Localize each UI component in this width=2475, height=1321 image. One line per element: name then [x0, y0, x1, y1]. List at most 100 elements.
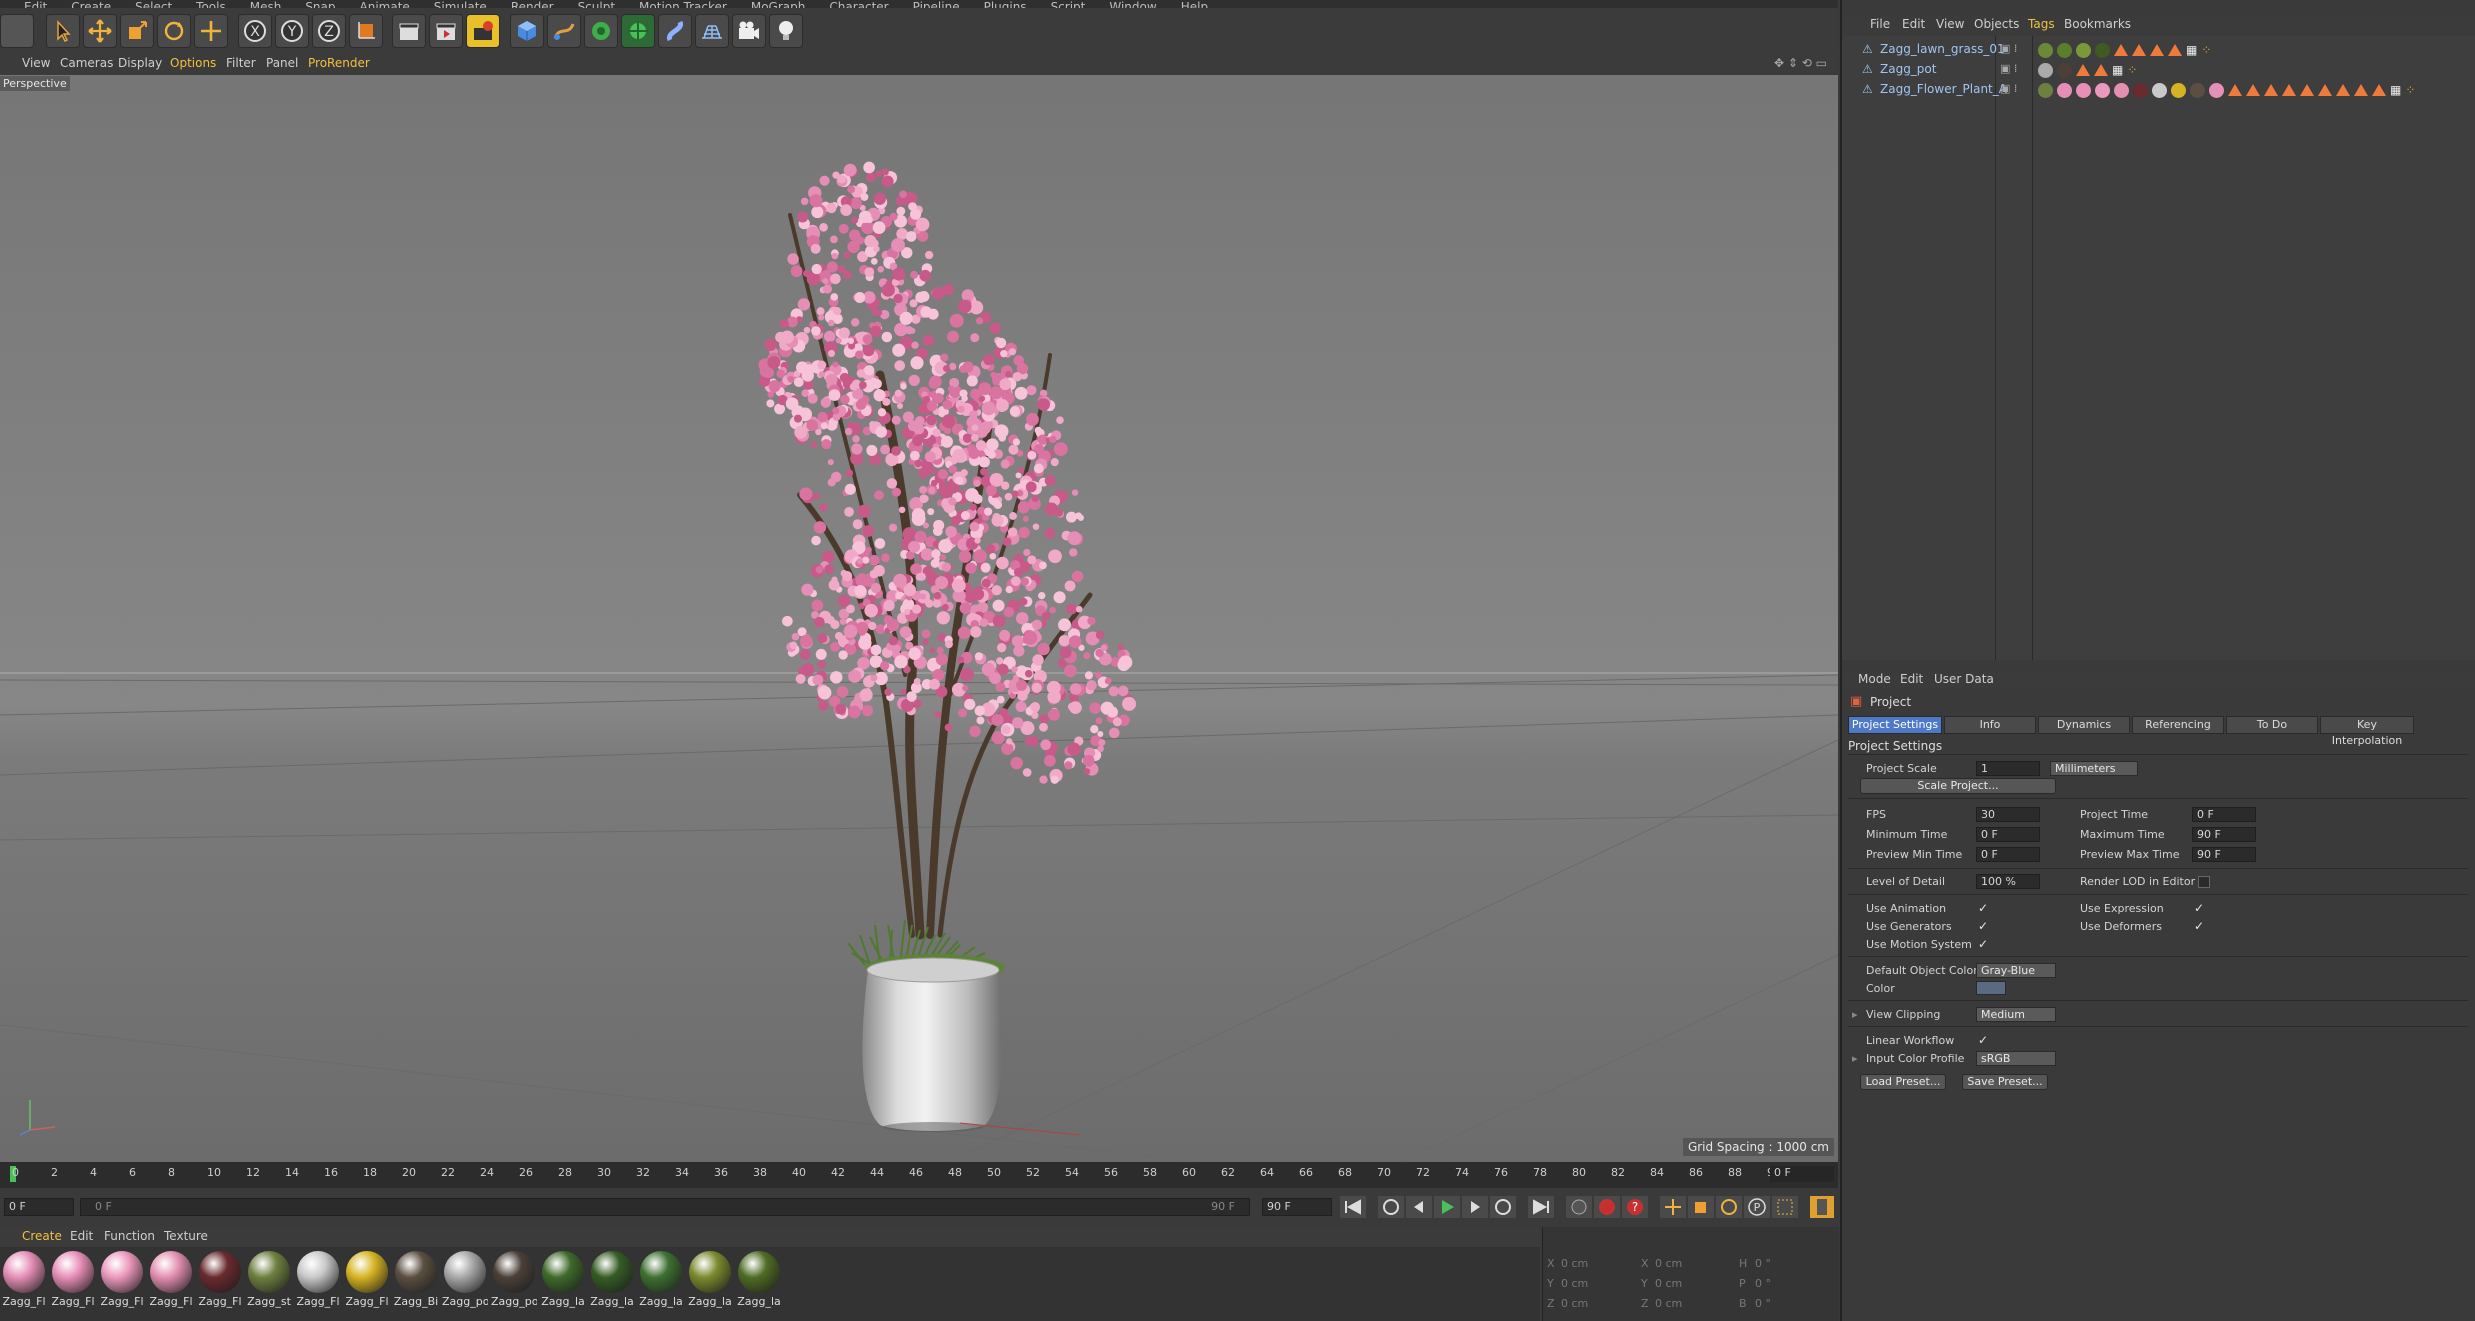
om-menu-tags[interactable]: Tags [2028, 17, 2055, 31]
y-axis-button[interactable]: Y [275, 14, 309, 48]
maximum-time-field[interactable]: 90 F [2192, 827, 2256, 842]
undo-button[interactable] [0, 14, 34, 48]
x-axis-button[interactable]: X [238, 14, 272, 48]
texture-tag-icon[interactable] [2094, 64, 2108, 76]
render-settings-button[interactable] [466, 14, 500, 48]
material-menu-create[interactable]: Create [22, 1229, 62, 1243]
material-swatch[interactable]: Zagg_Fl [99, 1251, 145, 1317]
material-swatch[interactable]: Zagg_po [442, 1251, 488, 1317]
om-menu-objects[interactable]: Objects [1974, 17, 2019, 31]
texture-tag-icon[interactable] [2228, 84, 2242, 96]
material-menu-function[interactable]: Function [104, 1229, 155, 1243]
object-row[interactable]: ⚠ Zagg_pot ▣ ⁞ ▦ ⁘ [1842, 60, 2475, 80]
floor-button[interactable] [695, 14, 729, 48]
material-swatch[interactable]: Zagg_Fl [344, 1251, 390, 1317]
project-time-field[interactable]: 0 F [2192, 807, 2256, 822]
viewport-menu-filter[interactable]: Filter [226, 56, 256, 70]
material-swatch[interactable]: Zagg_la [736, 1251, 782, 1317]
project-scale-field[interactable]: 1 [1976, 761, 2040, 776]
texture-tag-icon[interactable] [2336, 84, 2350, 96]
previous-key-button[interactable] [1378, 1196, 1404, 1218]
coordinate-value-field[interactable]: 0 cm [1655, 1277, 1682, 1290]
material-menu-edit[interactable]: Edit [70, 1229, 93, 1243]
coordinate-value-field[interactable]: 0 cm [1655, 1297, 1682, 1310]
material-tag-icon[interactable] [2057, 42, 2072, 58]
go-to-end-button[interactable] [1528, 1196, 1554, 1218]
use-expression-checkbox[interactable]: ✓ [2194, 902, 2205, 914]
input-color-profile-dropdown[interactable]: sRGB [1976, 1051, 2056, 1066]
next-frame-button[interactable] [1462, 1196, 1488, 1218]
viewport-menu-view[interactable]: View [22, 56, 50, 70]
material-swatch[interactable]: Zagg_st [246, 1251, 292, 1317]
attr-menu-mode[interactable]: Mode [1858, 672, 1891, 686]
texture-tag-icon[interactable] [2114, 44, 2128, 56]
record-button[interactable] [1594, 1196, 1620, 1218]
material-menu-texture[interactable]: Texture [164, 1229, 208, 1243]
use-animation-checkbox[interactable]: ✓ [1978, 902, 1989, 914]
autokeying-button[interactable]: ? [1622, 1196, 1648, 1218]
viewport-menu-prorender[interactable]: ProRender [308, 56, 370, 70]
range-slider[interactable]: 0 F 90 F [80, 1198, 1250, 1216]
material-swatch[interactable]: Zagg_la [589, 1251, 635, 1317]
texture-tag-icon[interactable] [2150, 44, 2164, 56]
material-swatch[interactable]: Zagg_la [638, 1251, 684, 1317]
coordinate-value-field[interactable]: 0 cm [1561, 1277, 1588, 1290]
material-tag-icon[interactable] [2038, 42, 2053, 58]
object-row[interactable]: ⚠ Zagg_lawn_grass_01 ▣ ⁞ ▦ ⁘ [1842, 40, 2475, 60]
tab-to-do[interactable]: To Do [2226, 716, 2318, 734]
tab-dynamics[interactable]: Dynamics [2038, 716, 2130, 734]
z-axis-button[interactable]: Z [312, 14, 346, 48]
linear-workflow-checkbox[interactable]: ✓ [1978, 1034, 1989, 1046]
viewport-menu-options[interactable]: Options [170, 56, 216, 70]
coordinate-value-field[interactable]: 0 cm [1561, 1257, 1588, 1270]
coordinate-value-field[interactable]: 0 ° [1755, 1257, 1771, 1270]
selection-tag-icon[interactable]: ⁘ [2127, 63, 2137, 77]
material-swatch[interactable]: Zagg_Fl [197, 1251, 243, 1317]
tab-info[interactable]: Info [1944, 716, 2036, 734]
attr-menu-user-data[interactable]: User Data [1934, 672, 1994, 686]
visibility-dots-icon[interactable]: ▣ ⁞ [2000, 62, 2017, 75]
coordinate-value-field[interactable]: 0 cm [1561, 1297, 1588, 1310]
scale-tool-button[interactable] [120, 14, 154, 48]
expand-arrow-icon[interactable]: ▸ [1852, 1052, 1858, 1065]
live-selection-button[interactable] [194, 14, 228, 48]
material-swatch[interactable]: Zagg_la [687, 1251, 733, 1317]
cube-button[interactable] [510, 14, 544, 48]
use-generators-checkbox[interactable]: ✓ [1978, 920, 1989, 932]
fps-field[interactable]: 30 [1976, 807, 2040, 822]
object-name[interactable]: Zagg_pot [1880, 62, 1936, 76]
material-swatch[interactable]: Zagg_Fl [295, 1251, 341, 1317]
end-frame-field[interactable]: 90 F [1262, 1198, 1332, 1216]
go-to-start-button[interactable] [1340, 1196, 1366, 1218]
render-view-button[interactable] [392, 14, 426, 48]
texture-tag-icon[interactable] [2076, 64, 2090, 76]
next-key-button[interactable] [1490, 1196, 1516, 1218]
previous-frame-button[interactable] [1406, 1196, 1432, 1218]
level-of-detail-field[interactable]: 100 % [1976, 874, 2040, 889]
om-menu-bookmarks[interactable]: Bookmarks [2064, 17, 2131, 31]
om-menu-edit[interactable]: Edit [1902, 17, 1925, 31]
coordinate-value-field[interactable]: 0 ° [1755, 1297, 1771, 1310]
texture-tag-icon[interactable] [2372, 84, 2386, 96]
texture-tag-icon[interactable] [2246, 84, 2260, 96]
object-row[interactable]: ⚠ Zagg_Flower_Plant_A ▣ ⁞ ▦ ⁘ [1842, 80, 2475, 100]
subdivision-button[interactable] [584, 14, 618, 48]
minimum-time-field[interactable]: 0 F [1976, 827, 2040, 842]
viewport-menu-display[interactable]: Display [118, 56, 162, 70]
default-object-color-dropdown[interactable]: Gray-Blue [1976, 963, 2056, 978]
light-button[interactable] [769, 14, 803, 48]
material-swatch[interactable]: Zagg_Fl [50, 1251, 96, 1317]
tab-referencing[interactable]: Referencing [2132, 716, 2224, 734]
move-tool-button[interactable] [83, 14, 117, 48]
color-swatch[interactable] [1976, 981, 2006, 995]
selection-tag-icon[interactable]: ⁘ [2405, 83, 2415, 97]
tab-key-interpolation[interactable]: Key Interpolation [2320, 716, 2414, 747]
timeline-ruler[interactable]: 0 2 4 6 8 10 12 14 16 18 20 22 24 26 28 30 32 34 36 38 40 42 4… [0, 1162, 1838, 1188]
tab-project-settings[interactable]: Project Settings [1848, 716, 1942, 734]
material-tag-icon[interactable] [2190, 82, 2205, 98]
material-tag-icon[interactable] [2076, 42, 2091, 58]
cloner-button[interactable] [621, 14, 655, 48]
viewport-menu-cameras[interactable]: Cameras [60, 56, 113, 70]
coordinate-value-field[interactable]: 0 cm [1655, 1257, 1682, 1270]
texture-tag-icon[interactable] [2300, 84, 2314, 96]
